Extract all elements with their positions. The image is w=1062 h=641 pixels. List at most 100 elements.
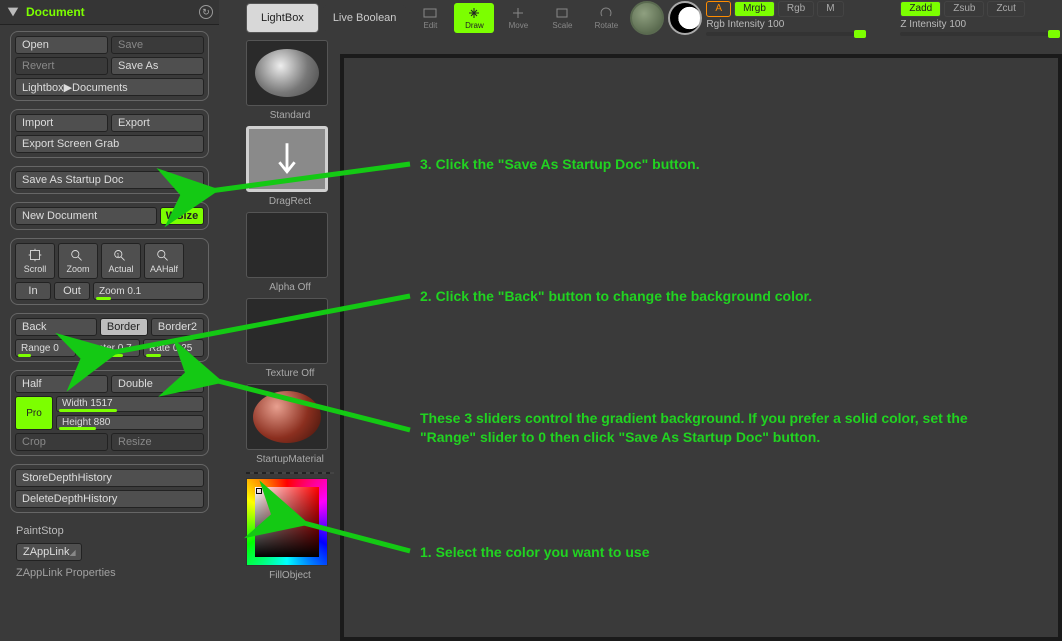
rotate-tool[interactable]: Rotate (586, 3, 626, 33)
nav-group: Scroll Zoom 1 Actual AAHalf In Out Zoom … (10, 238, 209, 305)
wsize-toggle[interactable]: WSize (160, 207, 204, 225)
picker-selection-icon (256, 488, 262, 494)
z-intensity-label: Z Intensity 100 (900, 19, 1060, 30)
edit-label: Edit (424, 21, 438, 30)
draw-label: Draw (465, 21, 484, 30)
rotate-label: Rotate (595, 21, 619, 30)
border2-button[interactable]: Border2 (151, 318, 204, 336)
collapse-icon[interactable]: ↻ (199, 5, 213, 19)
alpha-label: Alpha Off (246, 280, 334, 296)
open-button[interactable]: Open (15, 36, 108, 54)
material-label: StartupMaterial (246, 452, 334, 468)
dims-group: Half Double Pro Width 1517 Height 880 Cr… (10, 370, 209, 456)
export-screen-grab-button[interactable]: Export Screen Grab (15, 135, 204, 153)
range-slider[interactable]: Range 0 (15, 339, 76, 357)
scroll-button[interactable]: Scroll (15, 243, 55, 279)
edit-tool[interactable]: Edit (410, 3, 450, 33)
scroll-label: Scroll (24, 264, 47, 274)
zoom-button[interactable]: Zoom (58, 243, 98, 279)
brush-thumb[interactable] (246, 40, 328, 106)
a-mode[interactable]: A (706, 1, 731, 17)
move-label: Move (509, 21, 529, 30)
zoom-slider-label: Zoom 0.1 (99, 286, 141, 297)
document-panel: Open Save Revert Save As Lightbox▶Docume… (0, 25, 219, 641)
fillobject-label[interactable]: FillObject (246, 568, 334, 584)
store-depth-button[interactable]: StoreDepthHistory (15, 469, 204, 487)
import-group: Import Export Export Screen Grab (10, 109, 209, 158)
top-toolbar: LightBox Live Boolean Edit Draw Move Sca… (246, 0, 1062, 36)
width-slider[interactable]: Width 1517 (56, 396, 204, 412)
lightbox-button[interactable]: LightBox (246, 3, 319, 33)
paintstop-heading[interactable]: PaintStop (0, 521, 219, 541)
texture-thumb[interactable] (246, 298, 328, 364)
delete-depth-button[interactable]: DeleteDepthHistory (15, 490, 204, 508)
panel-title: Document (26, 5, 199, 19)
save-as-button[interactable]: Save As (111, 57, 204, 75)
mask-preview-icon[interactable] (668, 1, 702, 35)
material-thumb[interactable] (246, 384, 328, 450)
texture-label: Texture Off (246, 366, 334, 382)
tool-rail: Standard DragRect Alpha Off Texture Off … (246, 40, 334, 584)
center-slider[interactable]: Center 0.7 (79, 339, 140, 357)
range-label: Range 0 (21, 343, 59, 354)
resize-button[interactable]: Resize (111, 433, 204, 451)
document-canvas[interactable] (340, 54, 1062, 641)
rate-slider[interactable]: Rate 0.25 (143, 339, 204, 357)
scale-label: Scale (552, 21, 572, 30)
rgb-mode[interactable]: Rgb (778, 1, 814, 17)
in-button[interactable]: In (15, 282, 51, 300)
z-intensity-slider[interactable]: Z Intensity 100 (900, 19, 1060, 36)
zadd-mode[interactable]: Zadd (900, 1, 941, 17)
border-button[interactable]: Border (100, 318, 148, 336)
rail-separator (246, 472, 334, 474)
out-button[interactable]: Out (54, 282, 90, 300)
scale-tool[interactable]: Scale (542, 3, 582, 33)
live-boolean-button[interactable]: Live Boolean (323, 5, 407, 31)
zcut-mode[interactable]: Zcut (987, 1, 1024, 17)
lightbox-documents-button[interactable]: Lightbox▶Documents (15, 78, 204, 96)
zoom-slider[interactable]: Zoom 0.1 (93, 282, 204, 300)
save-button[interactable]: Save (111, 36, 204, 54)
rgb-intensity-label: Rgb Intensity 100 (706, 19, 866, 30)
sphere-preview-icon[interactable] (630, 1, 664, 35)
brush-label: Standard (246, 108, 334, 124)
actual-button[interactable]: 1 Actual (101, 243, 141, 279)
alpha-thumb[interactable] (246, 212, 328, 278)
back-group: Back Border Border2 Range 0 Center 0.7 R… (10, 313, 209, 362)
file-group: Open Save Revert Save As Lightbox▶Docume… (10, 31, 209, 101)
half-button[interactable]: Half (15, 375, 108, 393)
new-document-button[interactable]: New Document (15, 207, 157, 225)
double-button[interactable]: Double (111, 375, 204, 393)
zoom-label: Zoom (66, 264, 89, 274)
startup-group: Save As Startup Doc (10, 166, 209, 194)
back-button[interactable]: Back (15, 318, 97, 336)
panel-header: Document ↻ (0, 0, 219, 25)
zapplink-button[interactable]: ZAppLink ◢ (16, 543, 82, 561)
export-button[interactable]: Export (111, 114, 204, 132)
height-slider[interactable]: Height 880 (56, 415, 204, 431)
crop-button[interactable]: Crop (15, 433, 108, 451)
import-button[interactable]: Import (15, 114, 108, 132)
actual-label: Actual (108, 264, 133, 274)
width-label: Width 1517 (62, 398, 113, 409)
newdoc-group: New Document WSize (10, 202, 209, 230)
save-as-startup-doc-button[interactable]: Save As Startup Doc (15, 171, 204, 189)
revert-button[interactable]: Revert (15, 57, 108, 75)
rgb-intensity-slider[interactable]: Rgb Intensity 100 (706, 19, 866, 36)
pro-swatch[interactable]: Pro (15, 396, 53, 430)
stroke-thumb[interactable] (246, 126, 328, 192)
app-icon (6, 5, 20, 19)
zsub-mode[interactable]: Zsub (944, 1, 984, 17)
stroke-label: DragRect (246, 194, 334, 210)
draw-tool[interactable]: Draw (454, 3, 494, 33)
zapplink-props-heading[interactable]: ZAppLink Properties (0, 563, 219, 583)
color-picker[interactable] (246, 478, 328, 566)
mrgb-mode[interactable]: Mrgb (734, 1, 775, 17)
aahalf-button[interactable]: AAHalf (144, 243, 184, 279)
move-tool[interactable]: Move (498, 3, 538, 33)
rate-label: Rate 0.25 (149, 343, 192, 354)
pro-label: Pro (26, 408, 42, 419)
svg-text:1: 1 (117, 253, 120, 259)
zapplink-label: ZAppLink (23, 546, 69, 558)
m-mode[interactable]: M (817, 1, 843, 17)
